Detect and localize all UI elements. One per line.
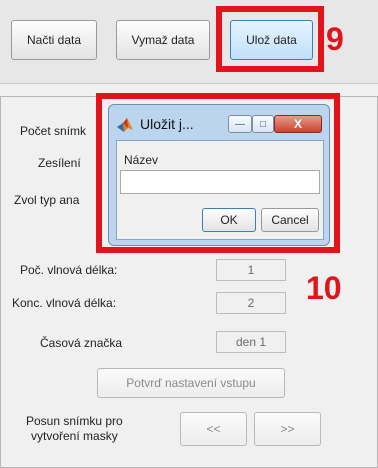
start-wavelength-field[interactable]: 1 bbox=[216, 259, 286, 281]
next-frame-button[interactable]: >> bbox=[254, 412, 321, 446]
analysis-type-label: Zvol typ ana bbox=[14, 193, 80, 207]
name-input[interactable] bbox=[120, 170, 320, 194]
shift-frame-label-line2: vytvoření masky bbox=[31, 429, 118, 443]
minimize-icon[interactable]: — bbox=[228, 115, 252, 133]
highlight-box-save bbox=[216, 6, 324, 72]
end-wavelength-label: Konc. vlnová délka: bbox=[12, 296, 117, 310]
ok-button[interactable]: OK bbox=[202, 208, 256, 232]
prev-frame-button[interactable]: << bbox=[180, 412, 247, 446]
confirm-input-button[interactable]: Potvrď nastavení vstupu bbox=[97, 368, 285, 398]
clear-data-button[interactable]: Vymaž data bbox=[116, 20, 210, 60]
step-10-label: 10 bbox=[306, 270, 342, 306]
dialog-title: Uložit j... bbox=[140, 116, 194, 132]
maximize-icon[interactable]: □ bbox=[252, 115, 274, 133]
cancel-button[interactable]: Cancel bbox=[261, 208, 319, 232]
start-wavelength-label: Poč. vlnová délka: bbox=[20, 263, 118, 277]
step-9-label: 9 bbox=[326, 21, 344, 57]
timestamp-field[interactable]: den 1 bbox=[216, 331, 286, 353]
frame-count-label: Počet snímk bbox=[20, 124, 87, 138]
name-field-label: Název bbox=[124, 153, 159, 167]
matlab-icon bbox=[116, 116, 134, 134]
shift-frame-label-line1: Posun snímku pro bbox=[26, 414, 123, 428]
timestamp-label: Časová značka bbox=[40, 336, 123, 350]
end-wavelength-field[interactable]: 2 bbox=[216, 292, 286, 314]
load-data-button[interactable]: Načti data bbox=[11, 20, 97, 60]
close-icon[interactable]: X bbox=[274, 115, 322, 133]
shift-frame-label: Posun snímku pro vytvoření masky bbox=[26, 414, 123, 444]
gain-label: Zesílení bbox=[38, 156, 81, 170]
